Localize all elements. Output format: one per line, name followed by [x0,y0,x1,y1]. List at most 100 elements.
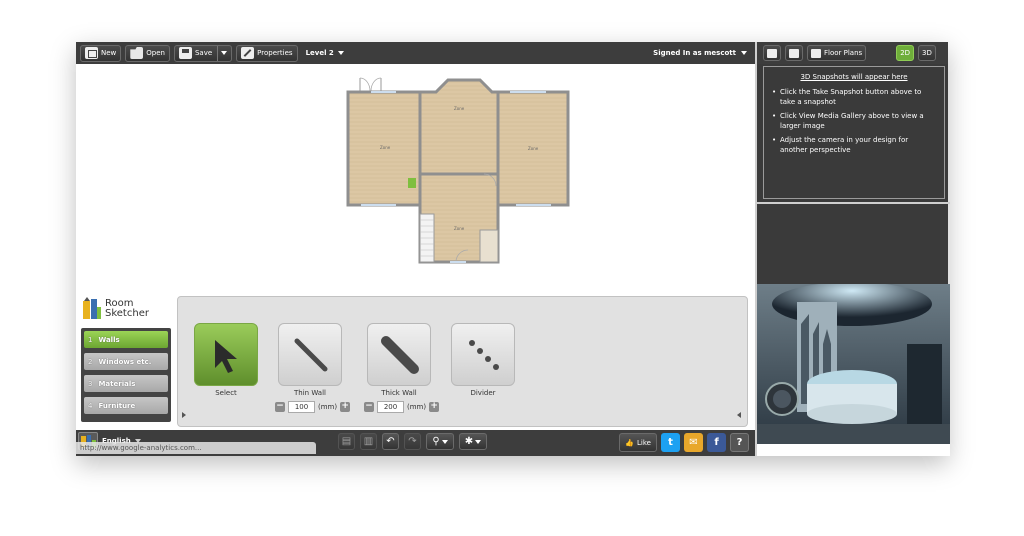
thin-wall-tool-button[interactable] [278,323,342,386]
tip-item: Click View Media Gallery above to view a… [772,111,936,131]
roomsketcher-logo: Room Sketcher [82,297,149,321]
room-label-left: Zone [380,145,391,150]
help-icon[interactable]: ? [730,433,749,452]
room-label-center-bottom: Zone [454,226,465,231]
level-label: Level 2 [305,49,334,57]
like-button[interactable]: 👍 Like [619,433,657,452]
staircase[interactable] [419,213,435,263]
level-selector[interactable]: Level 2 [306,49,344,57]
mode-3d-button[interactable]: 3D [918,45,936,61]
cursor-arrow-icon [215,340,237,373]
double-door[interactable] [359,77,382,92]
open-button-label: Open [146,49,165,57]
logo-text-line2: Sketcher [105,308,149,319]
mode-2d-label: 2D [900,49,911,57]
like-label: Like [637,438,651,447]
thin-wall-thickness-input[interactable]: 100 [288,401,315,413]
redo-icon[interactable]: ↷ [404,433,421,450]
new-button-label: New [101,49,117,57]
step-materials[interactable]: 3 Materials [84,375,168,392]
settings-dropdown[interactable]: ✱ [459,433,487,450]
thin-wall-label: Thin Wall [294,389,326,397]
edit-tools: ▤ ▥ ↶ ↷ ⚲ ✱ [338,433,487,450]
gallery-icon [789,48,799,58]
unit-label: (mm) [407,403,427,411]
tip-item: Click the Take Snapshot button above to … [772,87,936,107]
room-label-center-top: Zone [454,106,465,111]
paste-icon[interactable]: ▥ [360,433,377,450]
open-button[interactable]: Open [125,44,170,62]
thick-wall-icon [381,336,419,374]
scroll-left-icon[interactable] [182,412,186,418]
chevron-down-icon [221,51,228,55]
step-walls[interactable]: 1 Walls [84,331,168,348]
decrement-button[interactable]: − [275,402,285,412]
save-button[interactable]: Save [173,44,233,62]
step-navigation: 1 Walls 2 Windows etc. 3 Materials 4 Fur… [81,328,171,422]
decrement-button[interactable]: − [364,402,374,412]
room-center-top[interactable] [418,78,500,176]
floor-plans-label: Floor Plans [824,49,863,57]
divider-label: Divider [470,389,496,397]
zoom-dropdown[interactable]: ⚲ [426,433,454,450]
bottom-toolbar: English http://www.google-analytics.com.… [76,430,755,456]
magnifier-icon: ⚲ [432,436,440,447]
camera-icon [767,48,777,58]
floor-plan[interactable]: Zone Zone Zone Zone [76,64,755,296]
account-menu[interactable]: Signed In as mescott [653,42,747,64]
chevron-down-icon [441,439,448,444]
3d-preview-image[interactable] [757,284,950,444]
mode-2d-button[interactable]: 2D [896,45,915,61]
green-furniture-item[interactable] [408,178,416,188]
step-furniture[interactable]: 4 Furniture [84,397,168,414]
increment-button[interactable]: + [340,402,351,412]
thin-wall-thickness-stepper: − 100 (mm) + [275,401,351,413]
thick-wall-thickness-input[interactable]: 200 [377,401,404,413]
room-label-right: Zone [528,146,539,151]
scroll-right-icon[interactable] [737,412,741,418]
properties-button[interactable]: Properties [236,44,298,62]
gear-icon: ✱ [464,436,474,447]
take-snapshot-button[interactable] [763,45,781,61]
twitter-icon[interactable]: t [661,433,680,452]
step-windows[interactable]: 2 Windows etc. [84,353,168,370]
right-panel-toolbar: Floor Plans 2D 3D [757,42,948,64]
tools-area: Room Sketcher 1 Walls 2 Windows etc. 3 M… [76,296,755,430]
step-number: 4 [88,401,93,410]
closet[interactable] [479,229,499,263]
thumbs-up-icon: 👍 [625,438,635,447]
top-toolbar: New Open Save Properties Level 2 Signed … [76,42,755,64]
thick-wall-thickness-stepper: − 200 (mm) + [364,401,440,413]
logo-mark-icon [82,297,102,321]
panel-divider [757,202,950,204]
undo-icon[interactable]: ↶ [382,433,399,450]
divider-dots-icon [469,340,499,370]
increment-button[interactable]: + [429,402,440,412]
thick-wall-tool-button[interactable] [367,323,431,386]
floor-plans-button[interactable]: Floor Plans [807,45,867,61]
unit-label: (mm) [318,403,338,411]
step-label: Walls [98,335,120,344]
step-label: Materials [98,379,136,388]
snapshot-tips: Click the Take Snapshot button above to … [772,87,936,155]
copy-icon[interactable]: ▤ [338,433,355,450]
chevron-down-icon [337,51,344,55]
divider-tool-button[interactable] [451,323,515,386]
select-tool-button[interactable] [194,323,258,386]
floor-plan-icon [811,48,821,58]
design-canvas[interactable]: Zone Zone Zone Zone [76,64,755,296]
snapshot-info-box: 3D Snapshots will appear here Click the … [763,66,945,199]
mode-3d-label: 3D [922,49,932,57]
new-button[interactable]: New [80,44,122,62]
panel-footer [757,444,950,456]
tip-item: Adjust the camera in your design for ano… [772,135,936,155]
right-panel: Floor Plans 2D 3D 3D Snapshots will appe… [755,42,950,456]
thick-wall-label: Thick Wall [381,389,417,397]
email-icon[interactable]: ✉ [684,433,703,452]
step-number: 1 [88,335,93,344]
media-gallery-button[interactable] [785,45,803,61]
tool-palette: Select Thin Wall − 100 (mm) + Thick Wall [177,296,748,427]
save-dropdown-toggle[interactable] [217,45,228,61]
select-tool-label: Select [215,389,237,397]
facebook-icon[interactable]: f [707,433,726,452]
